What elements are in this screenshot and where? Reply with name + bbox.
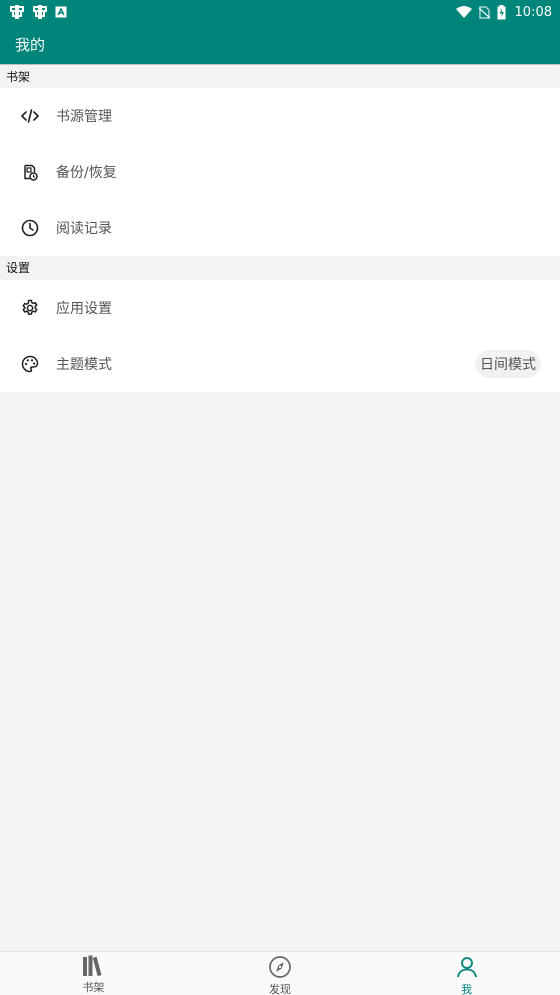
menu-label: 主题模式 xyxy=(56,357,112,373)
status-right: 10:08 xyxy=(455,4,552,20)
menu-item-app-settings[interactable]: 应用设置 xyxy=(0,280,560,336)
menu-label: 应用设置 xyxy=(56,301,112,317)
app-badge-icon xyxy=(55,6,67,18)
menu-label: 书源管理 xyxy=(56,109,112,125)
notification-icon xyxy=(32,5,48,19)
nav-item-discover[interactable]: 发现 xyxy=(187,952,374,995)
nav-label: 我 xyxy=(461,983,473,995)
nav-item-me[interactable]: 我 xyxy=(373,952,560,995)
app-bar: 我的 xyxy=(0,24,560,64)
code-icon xyxy=(20,106,40,126)
status-left xyxy=(9,5,67,19)
person-icon xyxy=(455,955,479,979)
wifi-icon xyxy=(455,6,472,18)
nav-item-bookshelf[interactable]: 书架 xyxy=(0,952,187,995)
menu-item-reading-history[interactable]: 阅读记录 xyxy=(0,200,560,256)
battery-charging-icon xyxy=(497,4,506,20)
nav-label: 发现 xyxy=(269,983,291,995)
compass-icon xyxy=(268,955,292,979)
menu-item-theme-mode[interactable]: 主题模式 日间模式 xyxy=(0,336,560,392)
nav-label: 书架 xyxy=(82,981,105,994)
bottom-navigation: 书架 发现 我 xyxy=(0,951,560,995)
no-sim-icon xyxy=(478,5,490,19)
gear-icon xyxy=(20,298,40,318)
clock-icon xyxy=(20,218,40,238)
page-title: 我的 xyxy=(15,35,46,54)
menu-label: 阅读记录 xyxy=(56,221,112,237)
menu-card-bookshelf: 书源管理 备份/恢复 阅读记录 xyxy=(0,88,560,256)
theme-mode-value[interactable]: 日间模式 xyxy=(475,350,541,378)
menu-item-backup-restore[interactable]: 备份/恢复 xyxy=(0,144,560,200)
palette-icon xyxy=(20,354,40,374)
notification-icon xyxy=(9,5,25,19)
bookshelf-icon xyxy=(81,955,105,977)
menu-label: 备份/恢复 xyxy=(56,165,117,181)
status-clock: 10:08 xyxy=(514,4,552,20)
menu-card-settings: 应用设置 主题模式 日间模式 xyxy=(0,280,560,392)
menu-item-book-source[interactable]: 书源管理 xyxy=(0,88,560,144)
section-header-bookshelf: 书架 xyxy=(0,65,560,88)
backup-icon xyxy=(20,162,40,182)
status-bar: 10:08 xyxy=(0,0,560,24)
section-header-settings: 设置 xyxy=(0,256,560,279)
